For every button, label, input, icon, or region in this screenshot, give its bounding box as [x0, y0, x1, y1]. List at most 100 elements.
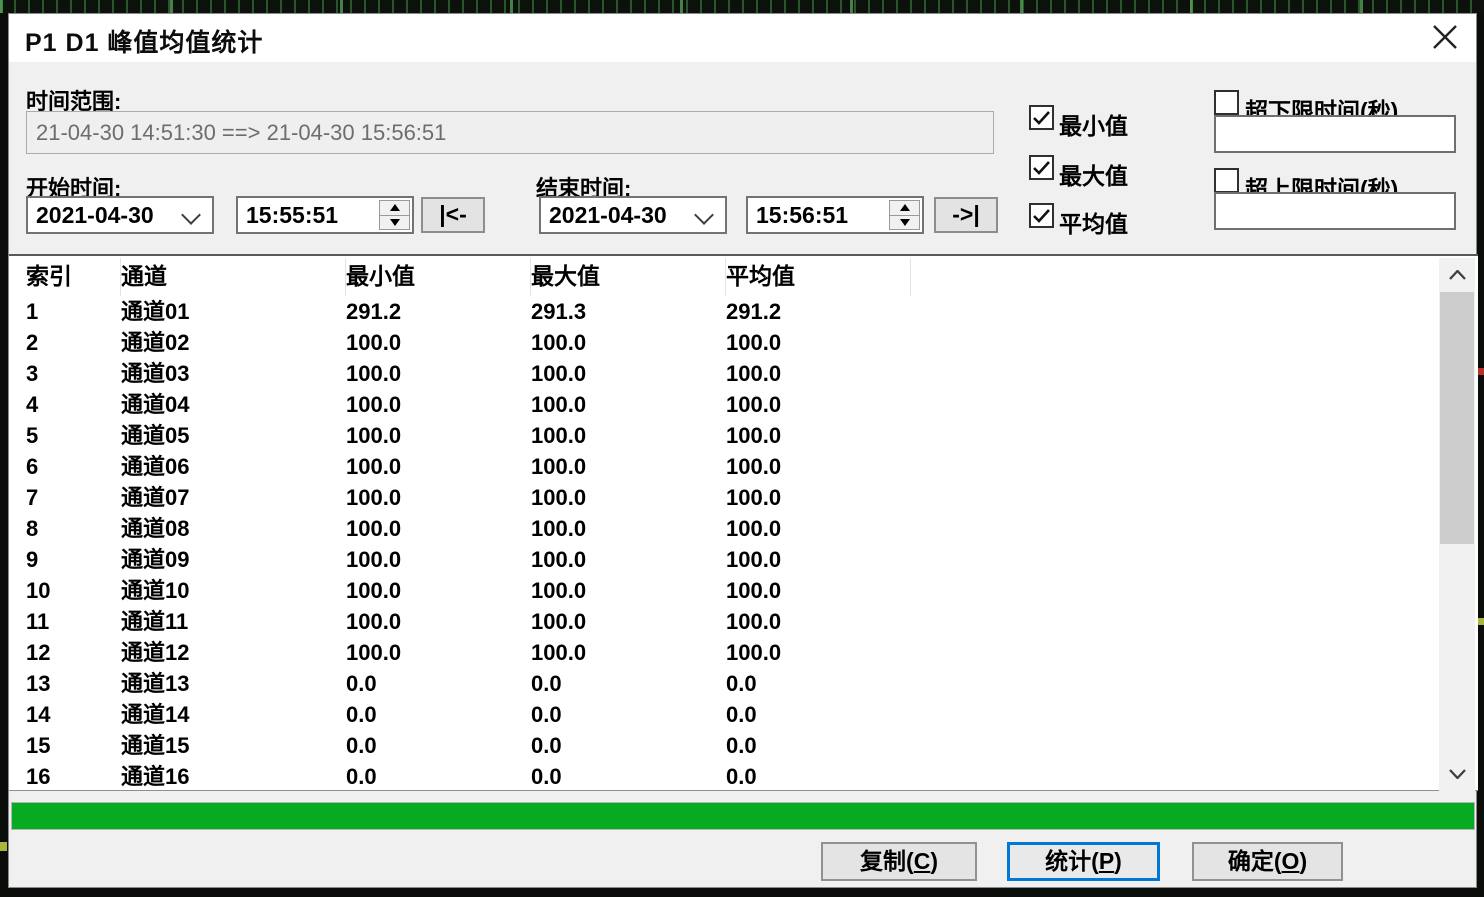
title-bar: P1 D1 峰值均值统计 — [9, 14, 1476, 62]
min-value-label: 最小值 — [1059, 107, 1128, 141]
table-row[interactable]: 14通道140.00.00.0 — [26, 699, 911, 730]
table-cell: 通道11 — [121, 606, 346, 637]
table-cell: 100.0 — [726, 513, 911, 544]
table-row[interactable]: 11通道11100.0100.0100.0 — [26, 606, 911, 637]
spin-down-button[interactable] — [380, 216, 409, 230]
table-body: 1通道01291.2291.3291.22通道02100.0100.0100.0… — [26, 296, 911, 792]
start-time-value: 15:55:51 — [246, 202, 338, 228]
table-row[interactable]: 9通道09100.0100.0100.0 — [26, 544, 911, 575]
table-cell: 100.0 — [346, 327, 531, 358]
scrollbar-thumb[interactable] — [1440, 292, 1474, 544]
table-row[interactable]: 16通道160.00.00.0 — [26, 761, 911, 792]
table-cell: 2 — [26, 327, 121, 358]
table-cell: 100.0 — [531, 451, 726, 482]
table-cell: 通道06 — [121, 451, 346, 482]
table-cell: 通道13 — [121, 668, 346, 699]
close-icon — [1431, 23, 1459, 56]
table-row[interactable]: 7通道07100.0100.0100.0 — [26, 482, 911, 513]
scroll-up-button[interactable] — [1439, 258, 1475, 292]
progress-bar — [11, 802, 1475, 830]
copy-button[interactable]: 复制(C) — [821, 842, 977, 881]
spin-up-button[interactable] — [380, 201, 409, 216]
min-value-checkbox[interactable] — [1029, 105, 1054, 130]
table-cell: 100.0 — [346, 420, 531, 451]
table-cell: 0.0 — [726, 699, 911, 730]
background-tick — [1478, 368, 1484, 375]
table-cell: 0.0 — [531, 668, 726, 699]
table-row[interactable]: 6通道06100.0100.0100.0 — [26, 451, 911, 482]
table-cell: 100.0 — [531, 544, 726, 575]
table-cell: 100.0 — [726, 389, 911, 420]
close-button[interactable] — [1421, 17, 1469, 61]
table-header: 索引 通道 最小值 最大值 平均值 — [26, 258, 911, 296]
chevron-down-icon — [1449, 769, 1466, 779]
table-cell: 291.3 — [531, 296, 726, 327]
table-cell: 5 — [26, 420, 121, 451]
table-cell: 通道14 — [121, 699, 346, 730]
table-cell: 100.0 — [726, 575, 911, 606]
seek-start-button[interactable]: |<- — [421, 197, 485, 233]
ok-button[interactable]: 确定(O) — [1192, 842, 1343, 881]
above-limit-checkbox[interactable] — [1214, 168, 1239, 193]
avg-value-checkbox[interactable] — [1029, 203, 1054, 228]
table-cell: 14 — [26, 699, 121, 730]
background-chart-strip — [0, 0, 1484, 13]
table-row[interactable]: 4通道04100.0100.0100.0 — [26, 389, 911, 420]
max-value-checkbox[interactable] — [1029, 155, 1054, 180]
table-cell: 100.0 — [346, 575, 531, 606]
table-row[interactable]: 10通道10100.0100.0100.0 — [26, 575, 911, 606]
chevron-up-icon — [1449, 270, 1466, 280]
background-tick — [0, 842, 7, 851]
table-cell: 0.0 — [346, 699, 531, 730]
column-header-channel[interactable]: 通道 — [121, 258, 346, 296]
column-header-min[interactable]: 最小值 — [346, 258, 531, 296]
spin-down-button[interactable] — [890, 216, 919, 230]
table-cell: 16 — [26, 761, 121, 792]
scroll-down-button[interactable] — [1439, 757, 1475, 791]
vertical-scrollbar[interactable] — [1439, 258, 1475, 791]
check-icon — [1033, 208, 1050, 223]
table-cell: 0.0 — [346, 730, 531, 761]
start-time-spinner[interactable]: 15:55:51 — [236, 196, 414, 234]
below-limit-input[interactable] — [1214, 115, 1456, 153]
column-header-index[interactable]: 索引 — [26, 258, 121, 296]
avg-value-label: 平均值 — [1059, 205, 1128, 239]
table-row[interactable]: 3通道03100.0100.0100.0 — [26, 358, 911, 389]
table-cell: 100.0 — [726, 327, 911, 358]
table-cell: 4 — [26, 389, 121, 420]
table-cell: 100.0 — [531, 513, 726, 544]
column-header-max[interactable]: 最大值 — [531, 258, 726, 296]
table-cell: 100.0 — [346, 389, 531, 420]
below-limit-checkbox[interactable] — [1214, 90, 1239, 115]
table-cell: 0.0 — [531, 730, 726, 761]
start-date-value: 2021-04-30 — [36, 202, 154, 228]
table-cell: 通道08 — [121, 513, 346, 544]
table-row[interactable]: 13通道130.00.00.0 — [26, 668, 911, 699]
progress-fill — [12, 803, 1474, 829]
button-mnemonic: C — [914, 848, 931, 874]
check-icon — [1033, 160, 1050, 175]
statistics-button[interactable]: 统计(P) — [1007, 842, 1160, 881]
table-row[interactable]: 1通道01291.2291.3291.2 — [26, 296, 911, 327]
table-row[interactable]: 15通道150.00.00.0 — [26, 730, 911, 761]
table-row[interactable]: 8通道08100.0100.0100.0 — [26, 513, 911, 544]
above-limit-input[interactable] — [1214, 192, 1456, 230]
start-date-select[interactable]: 2021-04-30 — [26, 196, 214, 234]
dialog-title: P1 D1 峰值均值统计 — [25, 23, 263, 59]
table-cell: 通道05 — [121, 420, 346, 451]
spin-up-button[interactable] — [890, 201, 919, 216]
chevron-down-icon — [181, 205, 201, 225]
triangle-up-icon — [390, 204, 400, 211]
table-cell: 13 — [26, 668, 121, 699]
table-cell: 通道16 — [121, 761, 346, 792]
end-time-spinner[interactable]: 15:56:51 — [746, 196, 924, 234]
end-date-select[interactable]: 2021-04-30 — [539, 196, 727, 234]
table-cell: 通道03 — [121, 358, 346, 389]
table-row[interactable]: 2通道02100.0100.0100.0 — [26, 327, 911, 358]
table-cell: 8 — [26, 513, 121, 544]
seek-end-button[interactable]: ->| — [934, 197, 998, 233]
table-row[interactable]: 5通道05100.0100.0100.0 — [26, 420, 911, 451]
column-header-avg[interactable]: 平均值 — [726, 258, 911, 296]
table-row[interactable]: 12通道12100.0100.0100.0 — [26, 637, 911, 668]
table-cell: 100.0 — [726, 358, 911, 389]
